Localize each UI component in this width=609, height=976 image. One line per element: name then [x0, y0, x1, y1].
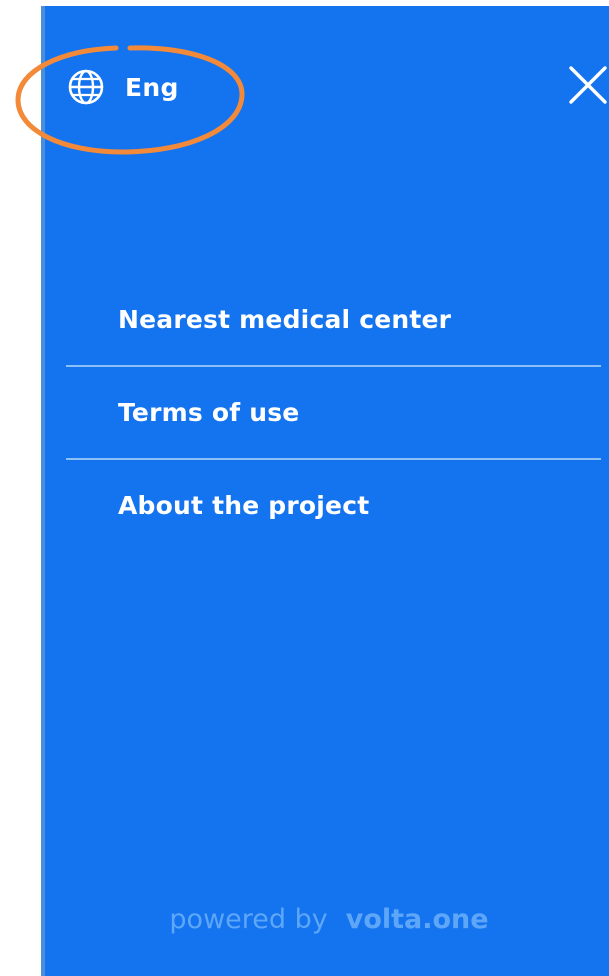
close-icon — [565, 66, 609, 112]
powered-by-text: powered by — [169, 904, 328, 935]
powered-by-footer: powered by volta.one — [45, 904, 609, 935]
language-selector[interactable]: Eng — [67, 65, 179, 109]
menu-item-nearest-medical-center[interactable]: Nearest medical center — [66, 274, 601, 365]
close-button[interactable] — [565, 62, 609, 108]
menu-item-about-the-project[interactable]: About the project — [66, 460, 601, 551]
language-label: Eng — [125, 72, 179, 102]
brand-link[interactable]: volta.one — [346, 904, 489, 935]
globe-icon — [67, 68, 105, 106]
screenshot-stage: Eng Nearest medical center Terms of use … — [0, 0, 609, 976]
menu-item-terms-of-use[interactable]: Terms of use — [66, 367, 601, 458]
menu-list: Nearest medical center Terms of use Abou… — [66, 274, 601, 551]
background-strip — [0, 0, 41, 976]
side-menu-panel: Eng Nearest medical center Terms of use … — [41, 6, 609, 976]
